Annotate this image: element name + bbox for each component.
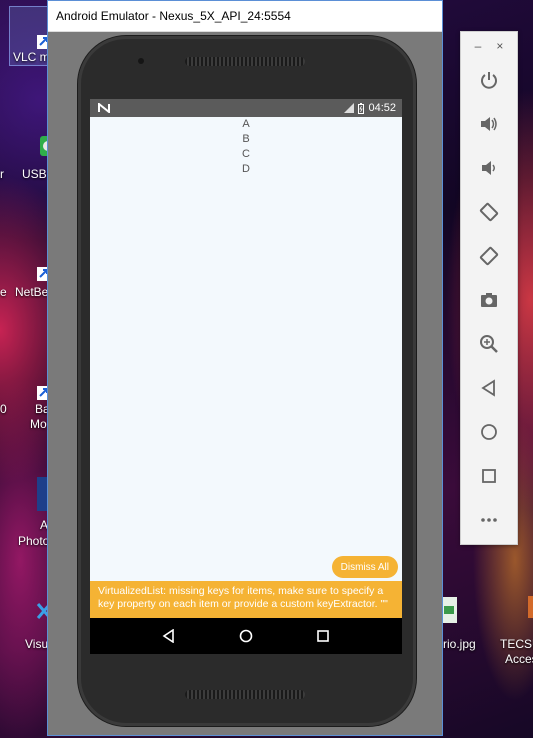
- screenshot-button[interactable]: [475, 286, 503, 314]
- dismiss-all-button[interactable]: Dismiss All: [331, 556, 398, 578]
- overview-button[interactable]: [475, 462, 503, 490]
- volume-up-button[interactable]: [475, 110, 503, 138]
- top-speaker-grille: [185, 57, 305, 66]
- desktop-icon-label-partial: e: [0, 285, 7, 299]
- power-icon: [481, 72, 497, 89]
- desktop-icon-label[interactable]: Visu: [25, 637, 48, 651]
- yellowbox-warning[interactable]: VirtualizedList: missing keys for items,…: [90, 581, 402, 618]
- rotate-left-icon: [479, 202, 499, 222]
- desktop-icon-label[interactable]: VLC m: [13, 50, 50, 64]
- emulator-side-toolbar: – ×: [460, 31, 518, 545]
- back-icon[interactable]: [162, 629, 176, 643]
- bottom-speaker-grille: [185, 690, 305, 699]
- desktop-icon-label[interactable]: USB: [22, 167, 47, 181]
- battery-icon: [358, 102, 365, 114]
- close-button[interactable]: ×: [496, 39, 503, 53]
- list-item[interactable]: C: [90, 147, 402, 162]
- desktop-icon-label[interactable]: rio.jpg: [443, 637, 476, 651]
- desktop-icon-label[interactable]: NetBe: [15, 285, 48, 299]
- rotate-right-icon: [479, 246, 499, 266]
- zoom-button[interactable]: [475, 330, 503, 358]
- desktop-icon-label[interactable]: Acces: [505, 652, 533, 666]
- side-toolbar-header: – ×: [461, 32, 517, 60]
- volume-up-icon: [481, 117, 497, 131]
- camera-icon: [481, 293, 497, 307]
- phone-screen[interactable]: 04:52 A B C D Dismiss All VirtualizedLis…: [90, 99, 402, 654]
- volume-down-button[interactable]: [475, 154, 503, 182]
- list-item[interactable]: B: [90, 132, 402, 147]
- desktop-icon-label-partial: r: [0, 167, 4, 181]
- phone-frame: 04:52 A B C D Dismiss All VirtualizedLis…: [78, 36, 416, 726]
- minimize-button[interactable]: –: [475, 39, 482, 53]
- overview-square-icon: [482, 469, 496, 483]
- desktop-icon-label[interactable]: Mo: [30, 417, 47, 431]
- more-button[interactable]: [475, 506, 503, 534]
- emulator-window: Android Emulator - Nexus_5X_API_24:5554 …: [47, 0, 443, 736]
- back-triangle-icon: [481, 379, 495, 397]
- power-button[interactable]: [475, 66, 503, 94]
- notification-n-icon: [98, 103, 110, 113]
- item-list: A B C D: [90, 117, 402, 177]
- desktop-icon-label[interactable]: Photo: [18, 534, 49, 548]
- home-button[interactable]: [475, 418, 503, 446]
- android-nav-bar: [90, 618, 402, 654]
- volume-down-icon: [482, 161, 495, 175]
- back-button[interactable]: [475, 374, 503, 402]
- status-bar: 04:52: [90, 99, 402, 117]
- list-item[interactable]: D: [90, 162, 402, 177]
- folder-icon: [528, 596, 533, 618]
- rotate-right-button[interactable]: [475, 242, 503, 270]
- emulator-titlebar[interactable]: Android Emulator - Nexus_5X_API_24:5554: [48, 1, 442, 32]
- rotate-left-button[interactable]: [475, 198, 503, 226]
- desktop-icon-label[interactable]: TECSU: [500, 637, 533, 651]
- home-icon[interactable]: [239, 629, 253, 643]
- desktop-icon-label-partial: 0: [0, 402, 7, 416]
- status-time: 04:52: [368, 102, 396, 114]
- list-item[interactable]: A: [90, 117, 402, 132]
- home-circle-icon: [481, 424, 497, 440]
- recents-icon[interactable]: [316, 629, 330, 643]
- signal-icon: [344, 103, 355, 113]
- window-title: Android Emulator - Nexus_5X_API_24:5554: [56, 9, 291, 23]
- front-camera: [138, 58, 144, 64]
- more-dots-icon: [481, 518, 497, 522]
- zoom-icon: [480, 335, 498, 353]
- status-icons: 04:52: [344, 102, 396, 114]
